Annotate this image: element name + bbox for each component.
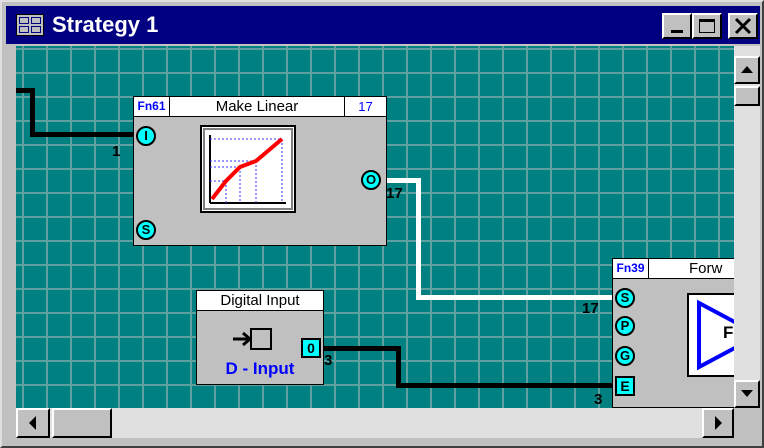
digital-input-label: D - Input: [225, 359, 295, 378]
forward-pin-p[interactable]: P: [615, 316, 635, 336]
block-number: 17: [344, 97, 386, 117]
block-function-id: Fn61: [134, 97, 170, 117]
forward-preview: F: [687, 293, 734, 377]
scroll-right-icon: [715, 416, 722, 430]
block-title: Forw: [649, 259, 734, 279]
horizontal-scroll-thumb[interactable]: [52, 408, 112, 438]
forward-preview-letter: F: [723, 323, 734, 342]
close-button[interactable]: [728, 13, 758, 39]
block-title: Make Linear: [170, 97, 344, 117]
forward-pin-e[interactable]: E: [615, 376, 635, 396]
vertical-scroll-thumb[interactable]: [734, 86, 760, 106]
wire-label: 1: [112, 143, 121, 160]
digital-input-icon: [233, 328, 272, 350]
close-icon: [734, 17, 752, 35]
make-linear-start-pin[interactable]: S: [136, 220, 156, 240]
minimize-icon: [671, 30, 683, 33]
horizontal-scrollbar[interactable]: [16, 408, 734, 438]
title-bar[interactable]: Strategy 1: [6, 6, 760, 44]
wire-digital-to-forward: [396, 346, 401, 388]
scroll-up-button[interactable]: [734, 56, 760, 84]
make-linear-graph-icon: [200, 125, 296, 213]
wire-label: 3: [324, 352, 333, 369]
make-linear-block[interactable]: Fn61 Make Linear 17: [133, 96, 387, 246]
wire-digital-to-forward: [396, 383, 614, 388]
strategy-window: Strategy 1 Fn61 Make Linear 17 I S O 1 1…: [0, 0, 764, 448]
minimize-button[interactable]: [662, 13, 692, 39]
make-linear-input-pin[interactable]: I: [136, 126, 156, 146]
block-function-id: Fn39: [613, 259, 649, 279]
scroll-left-icon: [29, 416, 36, 430]
digital-input-output-pin[interactable]: 0: [301, 338, 321, 358]
block-title: Digital Input: [197, 291, 323, 311]
scroll-down-icon: [741, 390, 753, 397]
wire-in-segment: [30, 132, 136, 137]
wire-in-segment: [30, 88, 35, 136]
forward-pin-g[interactable]: G: [615, 346, 635, 366]
wire-label: 17: [582, 300, 599, 317]
wire-label: 3: [594, 391, 603, 408]
strategy-canvas[interactable]: Fn61 Make Linear 17 I S O 1 17 Digital I…: [16, 46, 734, 408]
scroll-up-icon: [741, 66, 753, 73]
wire-label: 17: [386, 185, 403, 202]
wire-linear-to-forward: [416, 178, 421, 300]
maximize-icon: [699, 19, 715, 33]
scroll-left-button[interactable]: [16, 408, 50, 438]
vertical-scrollbar[interactable]: [734, 46, 760, 408]
make-linear-output-pin[interactable]: O: [361, 170, 381, 190]
wire-digital-to-forward: [321, 346, 401, 351]
scroll-down-button[interactable]: [734, 380, 760, 408]
forward-pin-s[interactable]: S: [615, 288, 635, 308]
scrollbar-corner: [734, 408, 760, 438]
scroll-right-button[interactable]: [702, 408, 734, 438]
window-title: Strategy 1: [52, 12, 159, 37]
window-app-icon[interactable]: [16, 14, 44, 36]
maximize-button[interactable]: [692, 13, 722, 39]
